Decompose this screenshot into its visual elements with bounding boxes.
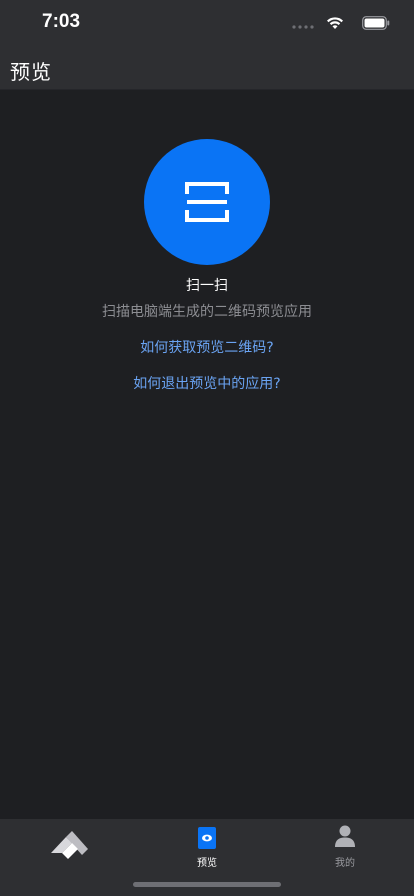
app-logo-icon [51, 831, 88, 859]
help-link-get-qr[interactable]: 如何获取预览二维码? [0, 337, 414, 357]
status-icons [280, 14, 390, 34]
home-indicator [133, 882, 281, 887]
tab-bar: 预览 我的 [0, 819, 414, 896]
scan-description: 扫描电脑端生成的二维码预览应用 [102, 304, 312, 320]
status-time: 7:03 [42, 11, 81, 32]
main-content: 扫一扫 扫描电脑端生成的二维码预览应用 如何获取预览二维码? 如何退出预览中的应… [0, 90, 414, 819]
scan-title: 扫一扫 [186, 278, 228, 294]
tab-preview[interactable]: 预览 [138, 819, 276, 879]
page-title: 预览 [10, 60, 52, 84]
tab-mine-label: 我的 [335, 858, 355, 869]
tab-preview-label: 预览 [197, 858, 217, 869]
help-link-exit-preview[interactable]: 如何退出预览中的应用? [0, 373, 414, 393]
eye-icon [198, 827, 216, 849]
tab-mine[interactable]: 我的 [276, 819, 414, 879]
nav-bar: 预览 [0, 48, 414, 90]
tab-home[interactable] [0, 819, 138, 879]
user-icon [335, 825, 355, 847]
scan-frame-icon [185, 182, 229, 222]
scan-button[interactable] [144, 139, 270, 265]
cellular-signal-icon [292, 25, 314, 29]
battery-icon [362, 16, 390, 30]
status-bar: 7:03 [0, 0, 414, 48]
wifi-icon [327, 17, 343, 29]
